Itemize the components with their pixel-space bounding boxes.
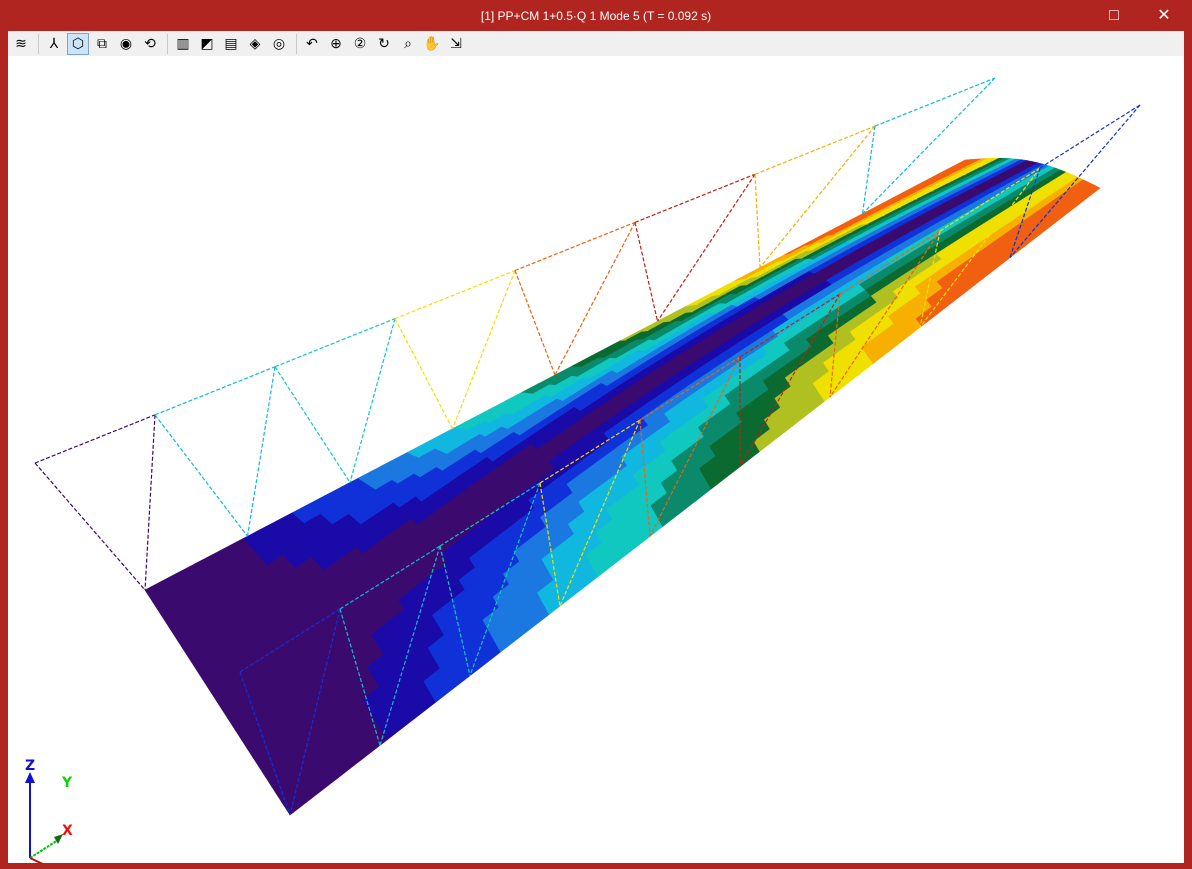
plane-cut-icon: ▤ xyxy=(224,35,238,51)
truss-vertical xyxy=(634,222,659,322)
redraw-button[interactable]: ↻ xyxy=(373,33,395,55)
zoom-x2-button[interactable]: ② xyxy=(349,33,371,55)
pan-button[interactable]: ✋ xyxy=(421,33,443,55)
diagonal-cut-icon: ◩ xyxy=(200,35,214,51)
wireframe-view-button[interactable]: ⧉ xyxy=(91,33,113,55)
fit-window-icon: ⇲ xyxy=(450,35,462,51)
truss-vertical xyxy=(754,174,761,268)
redraw-icon: ↻ xyxy=(378,35,390,51)
truss-top-chord xyxy=(874,77,996,127)
orbit-icon: ◉ xyxy=(119,35,133,51)
toolbar-separator xyxy=(296,33,297,54)
orbit-button[interactable]: ◉ xyxy=(115,33,137,55)
solid-view-icon: ⬡ xyxy=(71,35,85,51)
toolbar-separator xyxy=(38,33,39,54)
truss-vertical xyxy=(154,414,248,537)
truss-vertical xyxy=(34,462,146,591)
diagonal-cut-button[interactable]: ◩ xyxy=(196,33,218,55)
layers-button[interactable]: ≋ xyxy=(10,33,32,55)
layers-3d-icon: ◈ xyxy=(249,35,261,51)
zoom-extents-icon: ⊕ xyxy=(330,35,342,51)
3d-viewport[interactable]: Z Y X xyxy=(8,56,1184,863)
maximize-button[interactable]: □ xyxy=(1094,4,1134,28)
rotate-axis-icon: ⟲ xyxy=(144,35,156,51)
solid-view-button[interactable]: ⬡ xyxy=(67,32,89,55)
truss-diagonal xyxy=(349,318,396,483)
hide-button[interactable]: ◎ xyxy=(268,33,290,55)
truss-top-chord xyxy=(1039,104,1141,169)
zoom-x2-icon: ② xyxy=(353,35,367,51)
truss-top-chord xyxy=(274,318,396,368)
fit-window-button[interactable]: ⇲ xyxy=(445,33,467,55)
wireframe-view-icon: ⧉ xyxy=(97,35,107,51)
truss-top-chord xyxy=(514,221,636,272)
truss-vertical xyxy=(274,366,351,483)
truss-diagonal xyxy=(144,414,156,591)
toolbar: ≋ ⅄ ⬡ ⧉ ◉ ⟲ ▥ ◩ ▤ ◈ ◎ ↶ ⊕ ② ↻ ⌕ ✋ ⇲ xyxy=(8,31,1184,56)
pan-icon: ✋ xyxy=(423,35,441,51)
section-icon: ▥ xyxy=(176,35,190,51)
truss-vertical xyxy=(514,270,556,376)
section-button[interactable]: ▥ xyxy=(172,33,194,55)
truss-top-chord xyxy=(34,414,156,464)
zoom-previous-icon: ↶ xyxy=(306,35,318,51)
truss-top-chord xyxy=(754,125,876,175)
layers-icon: ≋ xyxy=(15,35,27,51)
zoom-window-button[interactable]: ⌕ xyxy=(397,33,419,55)
plane-cut-button[interactable]: ▤ xyxy=(220,33,242,55)
truss-top-chord xyxy=(634,173,756,223)
truss-top-chord xyxy=(394,269,516,320)
rotate-axis-button[interactable]: ⟲ xyxy=(139,33,161,55)
zoom-previous-button[interactable]: ↶ xyxy=(301,33,323,55)
mode-shape-contour xyxy=(34,77,1141,816)
truss-vertical xyxy=(394,318,454,430)
truss-vertical xyxy=(861,126,876,214)
close-button[interactable]: ✕ xyxy=(1144,4,1184,28)
window-title: [1] PP+CM 1+0.5·Q 1 Mode 5 (T = 0.092 s) xyxy=(480,9,712,23)
zoom-extents-button[interactable]: ⊕ xyxy=(325,33,347,55)
hide-icon: ◎ xyxy=(272,35,286,51)
axes-icon: ⅄ xyxy=(49,35,59,51)
layers-3d-button[interactable]: ◈ xyxy=(244,33,266,55)
axes-button[interactable]: ⅄ xyxy=(43,33,65,55)
title-bar: [1] PP+CM 1+0.5·Q 1 Mode 5 (T = 0.092 s)… xyxy=(0,0,1192,31)
truss-top-chord xyxy=(154,366,276,416)
toolbar-separator xyxy=(167,33,168,54)
zoom-window-icon: ⌕ xyxy=(404,35,412,51)
truss-diagonal xyxy=(246,366,276,537)
